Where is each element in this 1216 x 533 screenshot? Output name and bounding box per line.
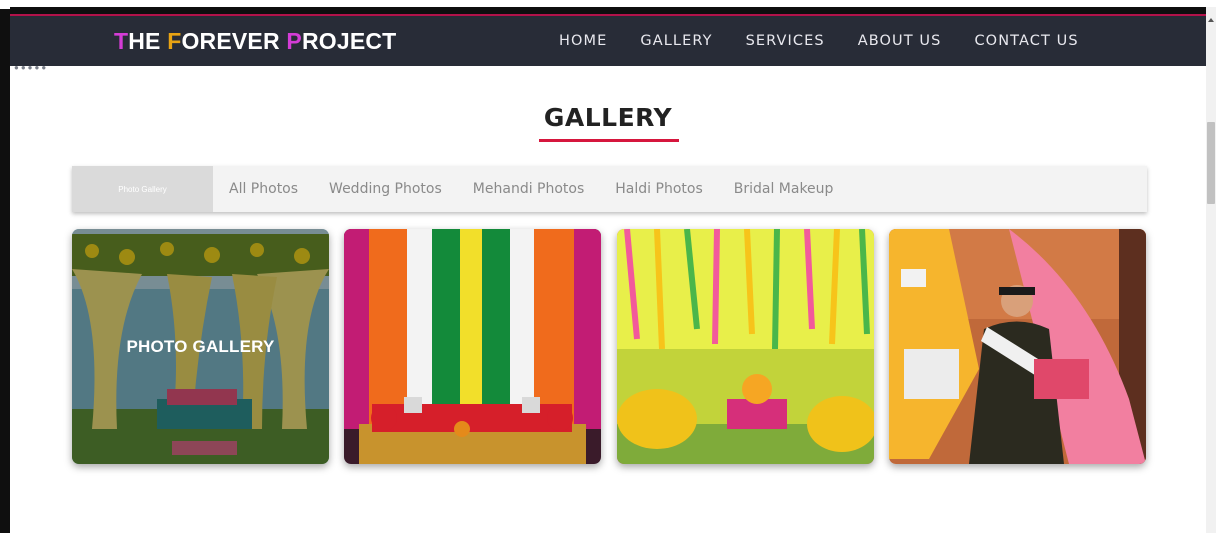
logo-letter-t: T bbox=[114, 28, 129, 54]
tab-photo-gallery[interactable]: Photo Gallery bbox=[72, 166, 213, 212]
gallery-card-4[interactable] bbox=[889, 229, 1146, 464]
card-1-overlay: PHOTO GALLERY bbox=[72, 229, 329, 464]
logo-text-roject: ROJECT bbox=[301, 28, 397, 54]
gallery-card-1[interactable]: PHOTO GALLERY bbox=[72, 229, 329, 464]
site-logo[interactable]: THE FOREVER PROJECT bbox=[114, 28, 396, 55]
nav-contact-us[interactable]: CONTACT US bbox=[974, 33, 1078, 49]
card-3-image bbox=[617, 229, 874, 464]
card-1-label: PHOTO GALLERY bbox=[126, 336, 275, 356]
tab-haldi-photos[interactable]: Haldi Photos bbox=[615, 181, 702, 197]
tab-all-photos[interactable]: All Photos bbox=[229, 181, 298, 197]
card-4-image bbox=[889, 229, 1146, 464]
tab-bridal-makeup[interactable]: Bridal Makeup bbox=[734, 181, 834, 197]
main-nav: HOME GALLERY SERVICES ABOUT US CONTACT U… bbox=[559, 33, 1112, 49]
logo-text-he: HE bbox=[128, 28, 168, 54]
scrollbar-thumb[interactable] bbox=[1207, 122, 1215, 204]
title-underline bbox=[539, 139, 679, 142]
page-scrollbar[interactable] bbox=[1206, 7, 1216, 533]
gallery-tabs: Photo Gallery All Photos Wedding Photos … bbox=[72, 166, 1147, 212]
card-2-image bbox=[344, 229, 601, 464]
nav-gallery[interactable]: GALLERY bbox=[640, 33, 712, 49]
nav-home[interactable]: HOME bbox=[559, 33, 607, 49]
decorative-dots: ●●●●● bbox=[14, 63, 49, 72]
scroll-up-arrow-icon[interactable] bbox=[1208, 18, 1214, 22]
logo-text-orever: OREVER bbox=[181, 28, 287, 54]
nav-services[interactable]: SERVICES bbox=[746, 33, 825, 49]
nav-about-us[interactable]: ABOUT US bbox=[858, 33, 942, 49]
site-navbar: THE FOREVER PROJECT HOME GALLERY SERVICE… bbox=[10, 14, 1206, 66]
logo-letter-p: P bbox=[286, 28, 302, 54]
gallery-card-2[interactable] bbox=[344, 229, 601, 464]
window-left-border bbox=[0, 9, 10, 533]
gallery-title: GALLERY bbox=[543, 103, 673, 132]
tab-wedding-photos[interactable]: Wedding Photos bbox=[329, 181, 442, 197]
gallery-card-3[interactable] bbox=[617, 229, 874, 464]
tab-mehandi-photos[interactable]: Mehandi Photos bbox=[473, 181, 584, 197]
logo-letter-f: F bbox=[167, 28, 182, 54]
